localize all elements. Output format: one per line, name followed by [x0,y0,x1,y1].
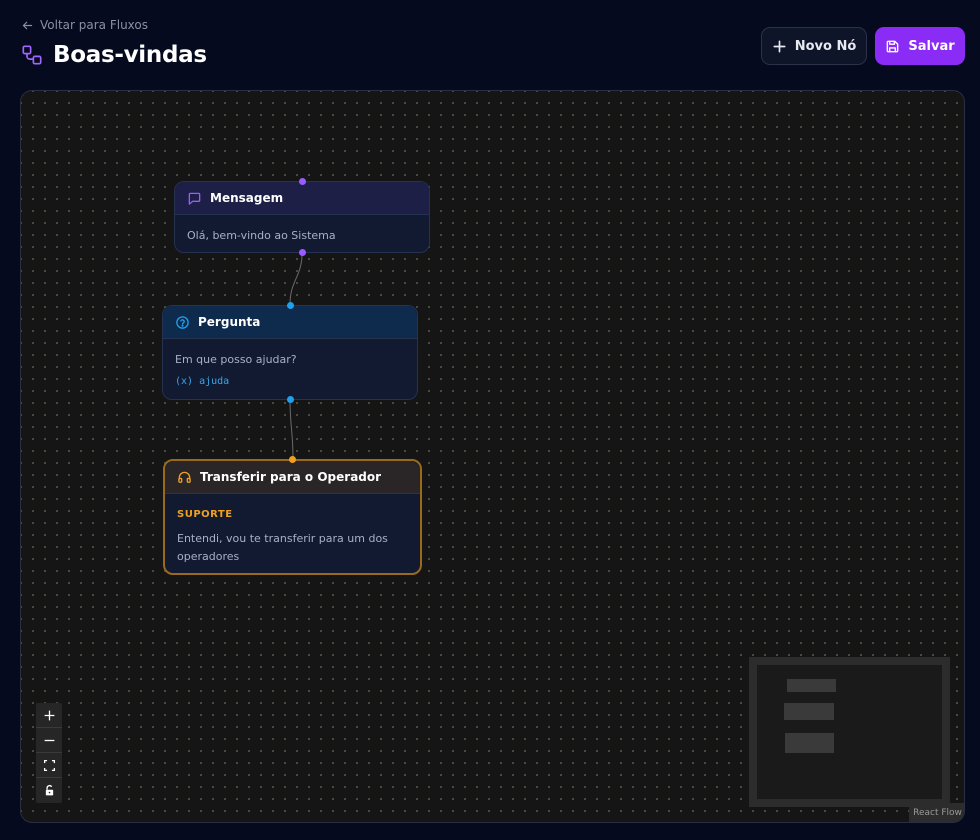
back-to-flows-link[interactable]: Voltar para Fluxos [21,18,148,32]
message-node-header: Mensagem [175,182,429,215]
variable-icon: (x) [175,376,194,387]
message-icon [188,192,201,205]
question-node-input-handle[interactable] [286,302,294,309]
flow-canvas[interactable]: Mensagem Olá, bem-vindo ao Sistema Pergu… [20,90,965,823]
new-node-label: Novo Nó [794,38,857,54]
question-node[interactable]: Pergunta Em que posso ajudar? (x) ajuda [162,302,418,403]
save-button[interactable]: Salvar [875,27,965,65]
headset-icon [178,471,191,483]
react-flow-attribution[interactable]: React Flow [909,803,964,822]
minimap-node-message [787,679,836,692]
save-label: Salvar [908,38,955,54]
zoom-in-button[interactable] [36,703,62,728]
zoom-out-button[interactable] [36,728,62,753]
minimap-node-operator [785,733,834,753]
new-node-button[interactable]: Novo Nó [761,27,867,65]
minus-icon [44,739,54,741]
question-icon [176,315,189,329]
save-icon [887,40,899,52]
canvas-controls [36,703,62,803]
question-variable-name: ajuda [199,376,230,387]
plus-icon [44,710,54,720]
question-node-output-handle[interactable] [286,396,294,403]
fit-view-icon [43,759,55,771]
message-node[interactable]: Mensagem Olá, bem-vindo ao Sistema [174,178,430,256]
operator-node-text: Entendi, vou te transferir para um dos o… [177,532,388,563]
question-node-header: Pergunta [163,306,417,339]
question-node-title: Pergunta [198,315,261,329]
edge-message-question [289,253,303,305]
message-node-output-handle[interactable] [298,249,306,256]
question-variable: (x) ajuda [175,373,405,391]
message-node-text: Olá, bem-vindo ao Sistema [187,229,336,242]
operator-node-body: SUPORTE Entendi, vou te transferir para … [165,494,420,578]
operator-node-input-handle[interactable] [289,456,296,463]
minimap-node-question [784,703,834,720]
plus-icon [773,40,786,52]
operator-node[interactable]: Transferir para o Operador SUPORTE Enten… [163,456,422,578]
arrow-left-icon [22,21,33,29]
lock-button[interactable] [36,778,62,803]
question-node-body: Em que posso ajudar? (x) ajuda [163,339,417,403]
message-node-input-handle[interactable] [298,178,306,185]
back-link-label: Voltar para Fluxos [40,18,148,32]
edge-question-operator [289,399,294,460]
workflow-icon [22,45,42,65]
question-node-text: Em que posso ajudar? [175,353,297,366]
minimap[interactable] [749,657,950,807]
unlock-icon [45,784,53,796]
operator-queue-label: SUPORTE [177,509,233,520]
fit-view-button[interactable] [36,753,62,778]
operator-node-header: Transferir para o Operador [165,461,420,494]
operator-node-title: Transferir para o Operador [200,470,382,484]
message-node-title: Mensagem [210,191,284,205]
page-title: Boas-vindas [53,42,207,68]
page-header: Boas-vindas [21,42,207,68]
